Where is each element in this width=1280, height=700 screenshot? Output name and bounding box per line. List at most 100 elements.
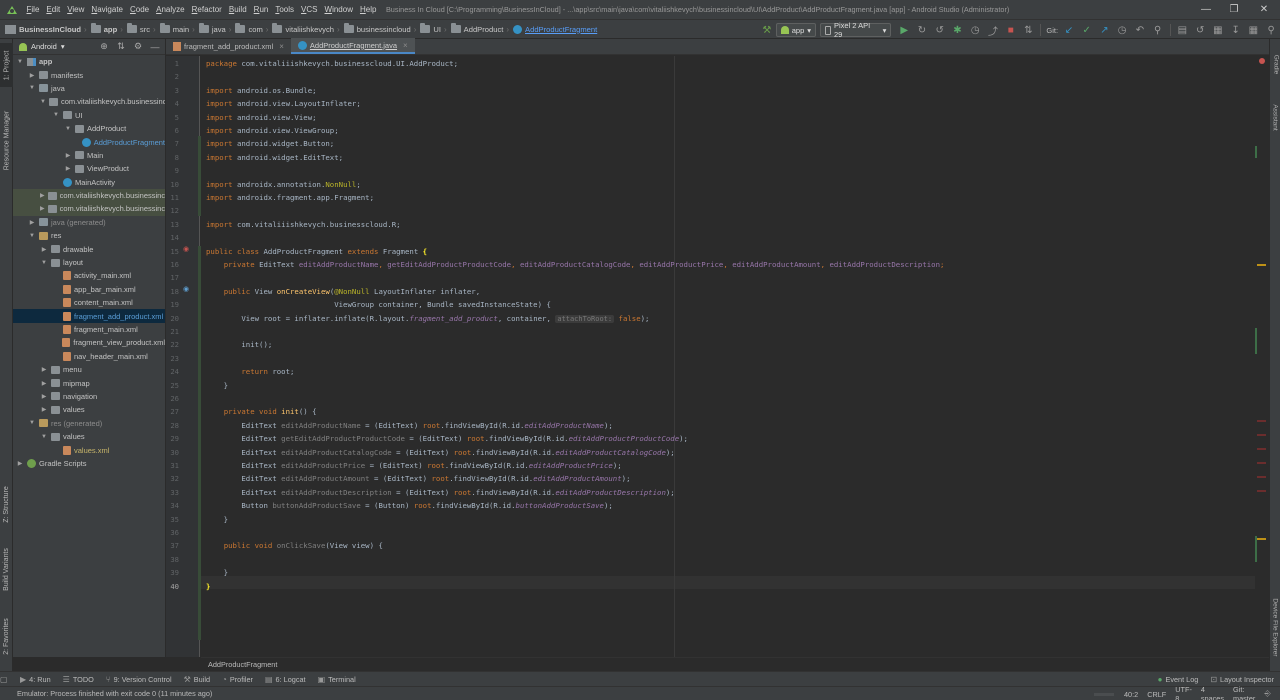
chevron-down-icon[interactable]: ▼	[40, 260, 48, 266]
code-line[interactable]: EditText editAddProductCatalogCode = (Ed…	[206, 446, 674, 459]
tool-tab-6-logcat[interactable]: ▤ 6: Logcat	[259, 675, 312, 684]
error-marker[interactable]	[1257, 434, 1266, 436]
layout-inspector-icon[interactable]: ▦	[1247, 23, 1261, 37]
code-line[interactable]: }	[206, 513, 228, 526]
indent-setting[interactable]: 4 spaces	[1201, 685, 1224, 700]
update-project-icon[interactable]: ↙	[1062, 23, 1076, 37]
tree-item[interactable]: ▼ values	[13, 430, 165, 443]
menu-vcs[interactable]: VCS	[298, 5, 321, 14]
tool-tab-4-run[interactable]: ▶ 4: Run	[14, 675, 57, 684]
tree-item[interactable]: ▶ Main	[13, 149, 165, 162]
tool-tab-todo[interactable]: ☰ TODO	[57, 675, 100, 684]
code-line[interactable]: }	[206, 580, 210, 593]
git-branch[interactable]: Git: master	[1233, 685, 1255, 700]
minimize-icon[interactable]: —	[1192, 0, 1220, 19]
tree-item[interactable]: fragment_add_product.xml	[13, 309, 165, 323]
tool-tab-build[interactable]: ⚒ Build	[178, 675, 216, 684]
breadcrumb-app[interactable]: app	[104, 25, 118, 34]
resource-manager-tab[interactable]: Resource Manager	[0, 101, 13, 179]
chevron-down-icon[interactable]: ▼	[64, 126, 72, 132]
chevron-right-icon[interactable]: ▶	[40, 393, 48, 400]
code-line[interactable]: return root;	[206, 365, 294, 378]
tool-tab-event-log[interactable]: ● Event Log	[1152, 675, 1205, 684]
chevron-right-icon[interactable]: ▶	[64, 152, 72, 159]
gradle-sync-icon[interactable]: ↺	[1193, 23, 1207, 37]
breadcrumb-addproductfragment[interactable]: AddProductFragment	[525, 25, 597, 34]
editor-scroll-gutter[interactable]	[1255, 56, 1269, 657]
tree-item[interactable]: fragment_view_product.xml	[13, 336, 165, 349]
tree-item[interactable]: AddProductFragment	[13, 135, 165, 148]
breadcrumb-ui[interactable]: UI	[433, 25, 441, 34]
error-indicator-icon[interactable]	[1259, 58, 1265, 64]
close-tab-icon[interactable]: ×	[403, 41, 408, 50]
hammer-icon[interactable]: ⚒	[760, 23, 774, 37]
code-line[interactable]: import androidx.annotation.NonNull;	[206, 178, 361, 191]
code-line[interactable]: import androidx.fragment.app.Fragment;	[206, 191, 374, 204]
chevron-down-icon[interactable]: ▼	[16, 59, 24, 65]
chevron-right-icon[interactable]: ▶	[16, 460, 24, 467]
menu-build[interactable]: Build	[225, 5, 250, 14]
tool-tab-terminal[interactable]: ▣ Terminal	[312, 675, 362, 684]
code-line[interactable]: EditText editAddProductName = (EditText)…	[206, 419, 612, 432]
error-marker[interactable]	[1257, 462, 1266, 464]
favorites-tab[interactable]: 2: Favorites	[0, 609, 13, 664]
run-config-select[interactable]: app ▾	[775, 23, 817, 37]
code-line[interactable]: EditText editAddProductAmount = (EditTex…	[206, 472, 630, 485]
code-line[interactable]: EditText editAddProductPrice = (EditText…	[206, 459, 621, 472]
status-message[interactable]: Emulator: Process finished with exit cod…	[0, 689, 212, 698]
collapse-all-icon[interactable]: ⇅	[115, 41, 127, 52]
tool-tab-layout-inspector[interactable]: ⊡ Layout Inspector	[1204, 675, 1280, 684]
structure-tab[interactable]: Z: Structure	[0, 479, 13, 529]
tree-item[interactable]: values.xml	[13, 443, 165, 456]
code-line[interactable]: }	[206, 379, 228, 392]
tree-item[interactable]: ▶ com.vitaliishkevych.businessincloud (te…	[13, 202, 165, 216]
code-line[interactable]: import android.widget.Button;	[206, 137, 334, 150]
code-line[interactable]: public void onClickSave(View view) {	[206, 539, 383, 552]
menu-run[interactable]: Run	[250, 5, 272, 14]
tree-item[interactable]: ▶ manifests	[13, 68, 165, 81]
menu-refactor[interactable]: Refactor	[188, 5, 225, 14]
tree-item[interactable]: ▶ mipmap	[13, 376, 165, 389]
gradle-tab[interactable]: Gradle	[1270, 49, 1280, 79]
breadcrumb-com[interactable]: com	[248, 25, 262, 34]
menu-navigate[interactable]: Navigate	[88, 5, 127, 14]
chevron-right-icon[interactable]: ▶	[40, 366, 48, 373]
chevron-right-icon[interactable]: ▶	[40, 406, 48, 413]
code-line[interactable]: Button buttonAddProductSave = (Button) r…	[206, 499, 612, 512]
tree-item[interactable]: ▶ java (generated)	[13, 216, 165, 229]
tree-item[interactable]: ▼ res (generated)	[13, 417, 165, 430]
rollback-icon[interactable]: ↶	[1133, 23, 1147, 37]
chevron-down-icon[interactable]: ▼	[28, 233, 36, 239]
breadcrumb-vitaliishkevych[interactable]: vitaliishkevych	[285, 25, 334, 34]
tree-item[interactable]: ▼ app	[13, 55, 165, 68]
code-line[interactable]: import android.os.Bundle;	[206, 84, 317, 97]
code-line[interactable]: private void init() {	[206, 405, 317, 418]
tab-addproductfragment-java[interactable]: AddProductFragment.java ×	[290, 38, 415, 54]
tree-item[interactable]: app_bar_main.xml	[13, 283, 165, 296]
error-marker[interactable]	[1257, 490, 1266, 492]
apply-changes-icon[interactable]: ↻	[915, 23, 929, 37]
menu-window[interactable]: Window	[321, 5, 356, 14]
code-line[interactable]: EditText editAddProductDescription = (Ed…	[206, 486, 674, 499]
project-tool-tab[interactable]: 1: Project	[0, 43, 13, 87]
code-line[interactable]: import android.view.LayoutInflater;	[206, 97, 361, 110]
tree-item[interactable]: ▼ layout	[13, 256, 165, 269]
tree-item[interactable]: fragment_main.xml	[13, 323, 165, 336]
tree-item[interactable]: ▶ navigation	[13, 390, 165, 403]
chevron-right-icon[interactable]: ▶	[40, 192, 45, 199]
tree-item[interactable]: ▶ com.vitaliishkevych.businessincloud (an…	[13, 188, 165, 203]
tool-tab-profiler[interactable]: ◔ Profiler	[216, 675, 259, 684]
tool-tab-9-version-control[interactable]: ⑂ 9: Version Control	[100, 675, 178, 684]
push-icon[interactable]: ↗	[1098, 23, 1112, 37]
restore-icon[interactable]: ❐	[1220, 0, 1248, 19]
sdk-manager-icon[interactable]: ↧	[1229, 23, 1243, 37]
device-select[interactable]: Pixel 2 API 29 ▾	[820, 21, 892, 39]
breadcrumb-class[interactable]: AddProductFragment	[208, 660, 277, 669]
attach-debugger-icon[interactable]: ⤴	[986, 23, 1000, 38]
tree-item[interactable]: MainActivity	[13, 176, 165, 189]
chevron-down-icon[interactable]: ▼	[52, 112, 60, 118]
debug-icon[interactable]: ✱	[951, 23, 965, 37]
device-file-explorer-tab[interactable]: Device File Explorer	[1270, 587, 1280, 667]
warning-marker[interactable]	[1257, 264, 1266, 266]
tree-item[interactable]: ▼ AddProduct	[13, 122, 165, 135]
